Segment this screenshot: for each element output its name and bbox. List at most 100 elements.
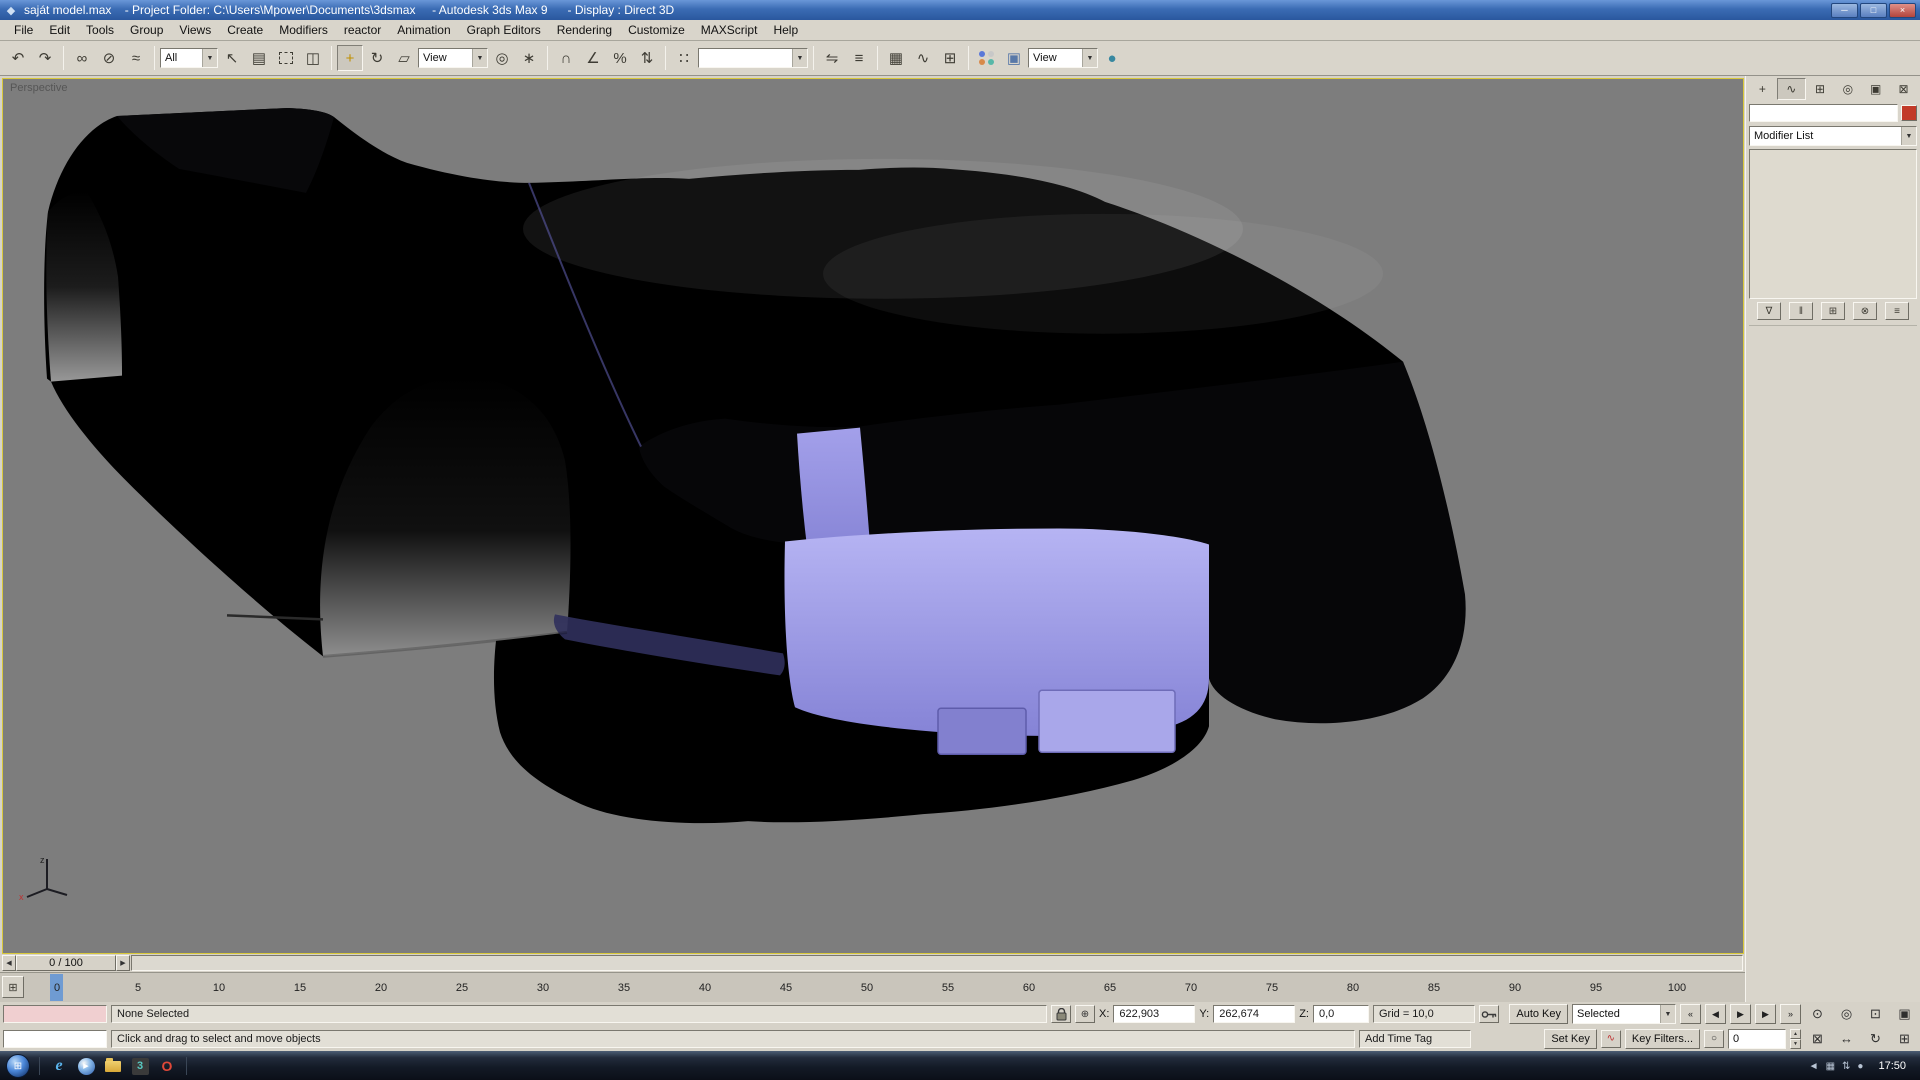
percent-snap-button[interactable]: % <box>607 45 633 71</box>
time-slider[interactable]: ◀ 0 / 100 ▶ <box>0 954 1745 972</box>
schematic-view-button[interactable]: ⊞ <box>937 45 963 71</box>
zoom-all-button[interactable]: ◎ <box>1834 1004 1859 1024</box>
chevron-down-icon[interactable]: ▼ <box>472 49 487 67</box>
car-model[interactable] <box>3 79 1743 953</box>
3dsmax-taskbar-icon[interactable]: 3 <box>130 1056 150 1076</box>
select-rotate-button[interactable]: ↻ <box>364 45 390 71</box>
render-type-dropdown[interactable]: View ▼ <box>1028 48 1098 68</box>
tray-icon-1[interactable]: ◄ <box>1809 1061 1819 1072</box>
remove-modifier-button[interactable]: ⊗ <box>1853 302 1877 320</box>
use-pivot-center-button[interactable]: ◎ <box>489 45 515 71</box>
select-scale-button[interactable]: ▱ <box>391 45 417 71</box>
spinner-down-icon[interactable]: ▼ <box>1790 1039 1801 1049</box>
angle-snap-button[interactable]: ∠ <box>580 45 606 71</box>
key-scope-dropdown[interactable]: Selected ▼ <box>1572 1004 1676 1024</box>
redo-button[interactable]: ↷ <box>32 45 58 71</box>
mini-curve-editor-button[interactable]: ⊞ <box>2 976 24 998</box>
absolute-offset-mode-button[interactable]: ⊕ <box>1075 1005 1095 1023</box>
keyboard-override-button[interactable] <box>1479 1005 1499 1023</box>
close-button[interactable]: × <box>1889 3 1916 18</box>
select-manipulate-button[interactable]: ∗ <box>516 45 542 71</box>
zoom-button[interactable]: ⊙ <box>1805 1004 1830 1024</box>
menu-rendering[interactable]: Rendering <box>549 20 620 40</box>
opera-icon[interactable]: O <box>157 1056 177 1076</box>
snap-toggle-button[interactable]: ∩ <box>553 45 579 71</box>
key-mode-toggle-button[interactable]: ○ <box>1704 1030 1724 1048</box>
bind-spacewarp-button[interactable]: ≈ <box>123 45 149 71</box>
perspective-viewport[interactable]: Perspective <box>2 78 1744 954</box>
mirror-button[interactable]: ⇋ <box>819 45 845 71</box>
coord-x-field[interactable]: 622,903 <box>1113 1005 1195 1023</box>
go-to-end-button[interactable]: » <box>1780 1004 1801 1024</box>
chevron-down-icon[interactable]: ▼ <box>1660 1005 1675 1023</box>
menu-maxscript[interactable]: MAXScript <box>693 20 766 40</box>
zoom-extents-all-button[interactable]: ▣ <box>1892 1004 1917 1024</box>
modifier-stack[interactable] <box>1749 149 1917 299</box>
tray-icon-4[interactable]: ● <box>1857 1061 1863 1072</box>
tab-display[interactable]: ▣ <box>1862 78 1889 100</box>
maxscript-mini-listener-script[interactable] <box>3 1030 107 1048</box>
tab-hierarchy[interactable]: ⊞ <box>1807 78 1834 100</box>
next-frame-arrow[interactable]: ▶ <box>116 955 130 971</box>
coord-y-field[interactable]: 262,674 <box>1213 1005 1295 1023</box>
track-bar[interactable]: ⊞ 0 5 10 15 20 25 30 35 40 45 50 55 60 6… <box>0 972 1745 1002</box>
tab-create[interactable]: + <box>1749 78 1776 100</box>
menu-edit[interactable]: Edit <box>41 20 78 40</box>
menu-group[interactable]: Group <box>122 20 171 40</box>
internet-explorer-icon[interactable]: e <box>49 1056 69 1076</box>
menu-file[interactable]: File <box>6 20 41 40</box>
material-editor-button[interactable] <box>974 45 1000 71</box>
menu-reactor[interactable]: reactor <box>336 20 389 40</box>
tab-motion[interactable]: ◎ <box>1834 78 1861 100</box>
frame-number-field[interactable]: 0 <box>1728 1029 1786 1049</box>
new-key-tangent-button[interactable]: ∿ <box>1601 1030 1621 1048</box>
add-time-tag-field[interactable]: Add Time Tag <box>1359 1030 1471 1048</box>
make-unique-button[interactable]: ⊞ <box>1821 302 1845 320</box>
tab-utilities[interactable]: ⊠ <box>1890 78 1917 100</box>
tab-modify[interactable]: ∿ <box>1777 78 1806 100</box>
object-name-field[interactable] <box>1749 104 1898 122</box>
explorer-folder-icon[interactable] <box>103 1056 123 1076</box>
previous-frame-button[interactable]: ◀ <box>1705 1004 1726 1024</box>
reference-coordinate-dropdown[interactable]: View ▼ <box>418 48 488 68</box>
spinner-snap-button[interactable]: ⇅ <box>634 45 660 71</box>
time-slider-handle[interactable]: 0 / 100 <box>16 955 116 971</box>
key-filters-button[interactable]: Key Filters... <box>1625 1029 1700 1049</box>
time-slider-track[interactable] <box>131 955 1743 971</box>
chevron-down-icon[interactable]: ▼ <box>1901 127 1916 145</box>
named-selection-sets-button[interactable]: ∷ <box>671 45 697 71</box>
zoom-region-button[interactable]: ⊠ <box>1805 1029 1830 1049</box>
chevron-down-icon[interactable]: ▼ <box>792 49 807 67</box>
selection-region-button[interactable] <box>273 45 299 71</box>
undo-button[interactable]: ↶ <box>5 45 31 71</box>
select-move-button[interactable]: + <box>337 45 363 71</box>
next-frame-button[interactable]: ▶ <box>1755 1004 1776 1024</box>
configure-modifier-button[interactable]: ≡ <box>1885 302 1909 320</box>
auto-key-button[interactable]: Auto Key <box>1509 1004 1568 1024</box>
maximize-button[interactable]: □ <box>1860 3 1887 18</box>
pan-button[interactable]: ↔ <box>1834 1029 1859 1049</box>
lock-selection-button[interactable] <box>1051 1005 1071 1023</box>
select-object-button[interactable]: ↖ <box>219 45 245 71</box>
menu-modifiers[interactable]: Modifiers <box>271 20 336 40</box>
curve-editor-button[interactable]: ∿ <box>910 45 936 71</box>
zoom-extents-button[interactable]: ⊡ <box>1863 1004 1888 1024</box>
minimize-button[interactable]: ─ <box>1831 3 1858 18</box>
menu-customize[interactable]: Customize <box>620 20 693 40</box>
unlink-selection-button[interactable]: ⊘ <box>96 45 122 71</box>
menu-animation[interactable]: Animation <box>389 20 458 40</box>
go-to-start-button[interactable]: « <box>1680 1004 1701 1024</box>
menu-graph-editors[interactable]: Graph Editors <box>459 20 549 40</box>
menu-tools[interactable]: Tools <box>78 20 122 40</box>
menu-help[interactable]: Help <box>765 20 806 40</box>
render-scene-button[interactable]: ▣ <box>1001 45 1027 71</box>
spinner-up-icon[interactable]: ▲ <box>1790 1029 1801 1039</box>
align-button[interactable]: ≡ <box>846 45 872 71</box>
frame-spinner[interactable]: ▲ ▼ <box>1790 1029 1801 1049</box>
select-by-name-button[interactable]: ▤ <box>246 45 272 71</box>
modifier-list-dropdown[interactable]: Modifier List ▼ <box>1749 126 1917 146</box>
maximize-viewport-toggle-button[interactable]: ⊞ <box>1892 1029 1917 1049</box>
taskbar-clock[interactable]: 17:50 <box>1878 1060 1906 1072</box>
select-link-button[interactable]: ∞ <box>69 45 95 71</box>
title-bar[interactable]: ◆ saját model.max - Project Folder: C:\U… <box>0 0 1920 20</box>
